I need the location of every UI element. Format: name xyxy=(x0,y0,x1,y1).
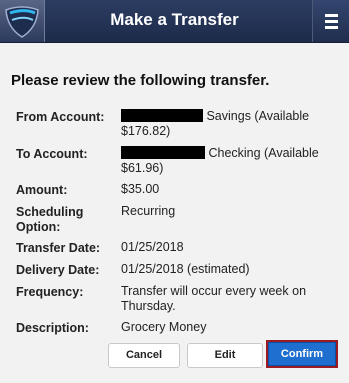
transfer-date-label: Transfer Date: xyxy=(16,241,101,255)
delivery-date-value: 01/25/2018 (estimated) xyxy=(121,262,250,276)
page-title: Make a Transfer xyxy=(110,10,239,29)
frequency-value: Transfer will occur every week on Thursda… xyxy=(121,284,307,313)
to-account-balance: $61.96) xyxy=(121,161,164,175)
from-account-balance: $176.82) xyxy=(121,124,171,138)
app-header: Make a Transfer xyxy=(0,0,349,43)
transfer-date-value: 01/25/2018 xyxy=(121,240,184,254)
hamburger-menu-icon[interactable] xyxy=(312,0,349,42)
shield-logo-icon[interactable] xyxy=(0,0,45,42)
scheduling-option-label: Scheduling Option: xyxy=(16,205,84,234)
to-account-type: Checking (Available xyxy=(205,146,319,160)
redacted-account-number xyxy=(121,146,205,159)
confirm-button[interactable]: Confirm xyxy=(268,342,336,366)
amount-value: $35.00 xyxy=(121,182,160,196)
description-label: Description: xyxy=(16,321,89,335)
to-account-value: Checking (Available $61.96) xyxy=(121,146,331,176)
to-account-label: To Account: xyxy=(16,147,88,161)
cancel-button[interactable]: Cancel xyxy=(108,343,180,368)
frequency-label: Frequency: xyxy=(16,285,84,299)
review-prompt: Please review the following transfer. xyxy=(11,72,270,89)
from-account-type: Savings (Available xyxy=(203,109,310,123)
delivery-date-label: Delivery Date: xyxy=(16,263,100,277)
redacted-account-number xyxy=(121,109,203,122)
transfer-review: Please review the following transfer. Fr… xyxy=(0,42,349,383)
from-account-label: From Account: xyxy=(16,110,105,124)
scheduling-option-value: Recurring xyxy=(121,204,176,218)
edit-button[interactable]: Edit xyxy=(187,343,263,368)
amount-label: Amount: xyxy=(16,183,68,197)
description-value: Grocery Money xyxy=(121,320,207,334)
from-account-value: Savings (Available $176.82) xyxy=(121,109,331,139)
